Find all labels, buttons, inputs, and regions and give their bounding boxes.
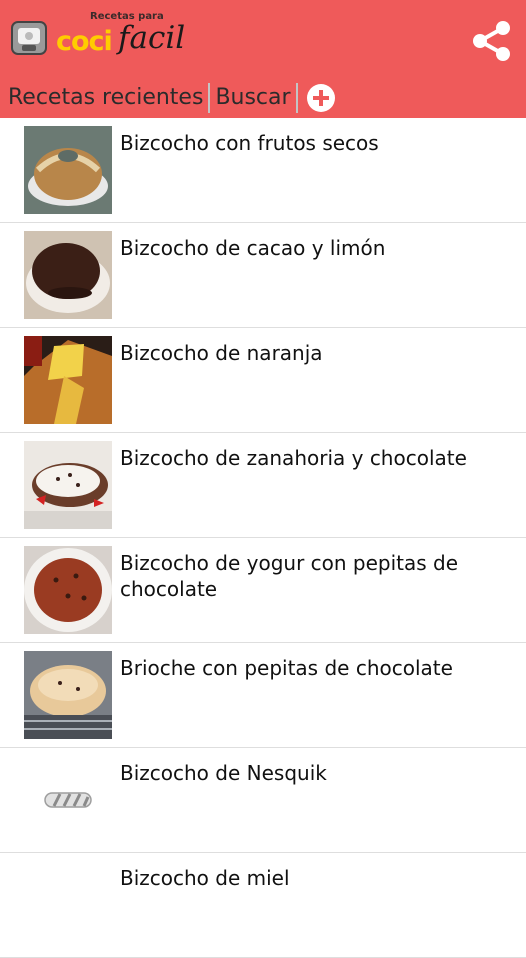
add-circle-icon[interactable] (306, 83, 336, 113)
recipe-title: Bizcocho de yogur con pepitas de chocola… (120, 551, 459, 601)
recipe-list: Bizcocho con frutos secos Bizcocho de ca… (0, 118, 526, 958)
recipe-row[interactable]: Bizcocho de zanahoria y chocolate (0, 433, 526, 538)
tab-search[interactable]: Buscar (215, 82, 290, 114)
recipe-thumbnail (24, 651, 112, 739)
recipe-title: Bizcocho con frutos secos (120, 131, 379, 155)
recipe-row[interactable]: Bizcocho con frutos secos (0, 118, 526, 223)
tab-divider (295, 83, 298, 113)
recipe-thumbnail (24, 546, 112, 634)
tab-recent-recipes[interactable]: Recetas recientes (8, 82, 203, 114)
recipe-thumbnail (24, 231, 112, 319)
recipe-row[interactable]: Brioche con pepitas de chocolate (0, 643, 526, 748)
recipe-row[interactable]: Bizcocho de cacao y limón (0, 223, 526, 328)
image-loading-icon (44, 792, 92, 808)
recipe-row[interactable]: Bizcocho de Nesquik (0, 748, 526, 853)
recipe-title: Bizcocho de cacao y limón (120, 236, 386, 260)
recipe-thumbnail (24, 336, 112, 424)
recipe-title: Brioche con pepitas de chocolate (120, 656, 453, 680)
recipe-title: Bizcocho de Nesquik (120, 761, 327, 785)
tab-bar: Recetas recientes Buscar (0, 78, 526, 118)
pot-logo-icon (11, 21, 47, 55)
recipe-row[interactable]: Bizcocho de yogur con pepitas de chocola… (0, 538, 526, 643)
tab-divider (208, 83, 211, 113)
recipe-title: Bizcocho de zanahoria y chocolate (120, 446, 467, 470)
logo-facil: facil (118, 20, 186, 56)
app-bar: Recetas para coci facil Recetas reciente… (0, 0, 526, 118)
recipe-title: Bizcocho de miel (120, 866, 290, 890)
share-icon[interactable] (466, 16, 516, 66)
recipe-thumbnail (24, 126, 112, 214)
logo-coci: coci (56, 26, 113, 57)
recipe-title: Bizcocho de naranja (120, 341, 323, 365)
recipe-row[interactable]: Bizcocho de naranja (0, 328, 526, 433)
recipe-row[interactable]: Bizcocho de miel (0, 853, 526, 958)
recipe-thumbnail (24, 441, 112, 529)
